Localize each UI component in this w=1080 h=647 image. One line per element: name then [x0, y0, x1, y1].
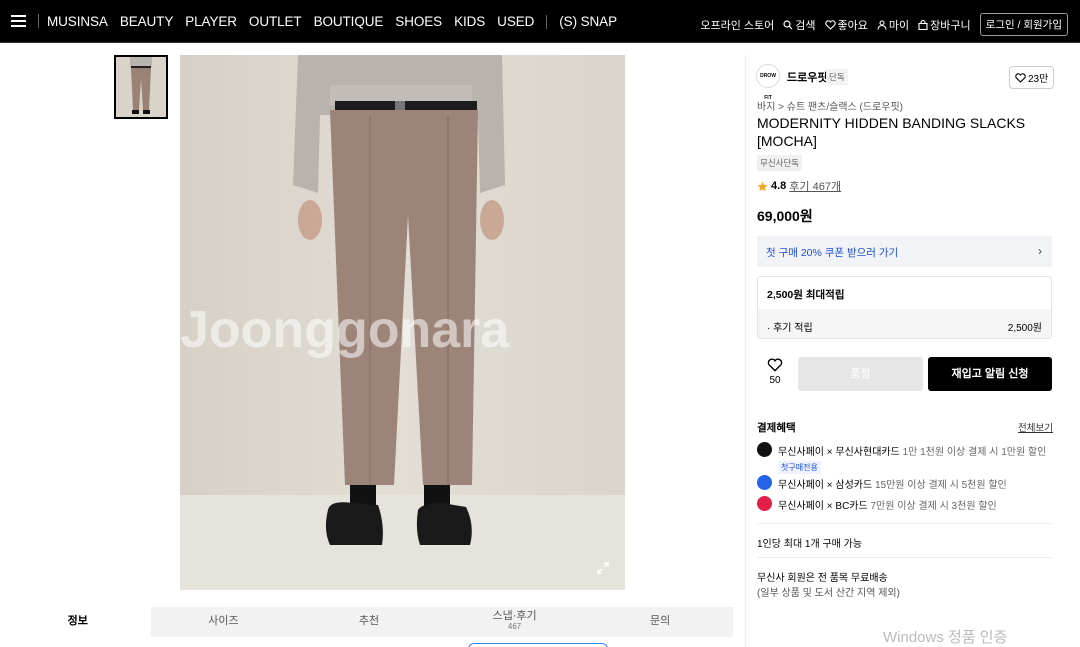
benefit-card: 무신사페이 × BC카드	[778, 501, 868, 512]
tab-size-label: 사이즈	[208, 615, 239, 627]
tab-recommend-label: 추천	[358, 615, 380, 627]
max-points: 2,500원 최대적립	[767, 289, 845, 301]
shipping-note: (일부 상품 및 도서 산간 지역 제외)	[757, 588, 900, 599]
nav-links: MUSINSA BEAUTY PLAYER OUTLET BOUTIQUE SH…	[47, 14, 617, 29]
benefit-item[interactable]: 무신사페이 × BC카드 7만원 이상 결제 시 3천원 할인	[757, 496, 997, 512]
nav-link-player[interactable]: PLAYER	[185, 14, 237, 29]
login-button[interactable]: 로그인 / 회원가입	[979, 13, 1068, 36]
review-points-label: · 후기 적립	[767, 323, 813, 334]
cart-button[interactable]: 장바구니	[918, 17, 971, 33]
tab-info-label: 정보	[67, 615, 88, 627]
nav-link-shoes[interactable]: SHOES	[395, 14, 442, 29]
points-box: 2,500원 최대적립 · 후기 적립 2,500원	[757, 276, 1052, 339]
thumbnail-image	[116, 57, 166, 117]
tab-info[interactable]: 정보	[5, 607, 151, 637]
nav-link-used[interactable]: USED	[497, 14, 534, 29]
card-logo-icon	[757, 475, 772, 490]
floating-button-edge[interactable]	[468, 643, 608, 647]
user-icon	[877, 19, 887, 30]
review-count-link[interactable]: 후기 467개	[789, 178, 841, 194]
search-label: 검색	[795, 19, 816, 32]
benefit-card: 무신사페이 × 삼성카드	[778, 480, 873, 491]
nav-link-musinsa[interactable]: MUSINSA	[47, 14, 108, 29]
cart-label: 장바구니	[930, 19, 971, 32]
breadcrumb[interactable]: 바지 > 슈트 팬츠/슬랙스 (드로우핏)	[757, 98, 903, 113]
star-icon	[757, 181, 768, 191]
bag-icon	[918, 19, 928, 30]
benefit-detail: 15만원 이상 결제 시 5천원 할인	[874, 480, 1007, 491]
tab-snap-review-count: 467	[507, 622, 522, 631]
first-purchase-tag: 첫구매전용	[778, 461, 821, 474]
shipping-info: 무신사 회원은 전 품목 무료배송	[757, 573, 888, 584]
exclusive-badge: 무신사단독	[757, 155, 803, 171]
tab-recommend[interactable]: 추천	[296, 607, 442, 637]
wish-count: 50	[769, 375, 781, 386]
divider	[757, 523, 1052, 524]
restock-alert-button[interactable]: 재입고 알림 신청	[928, 357, 1052, 391]
benefit-card: 무신사페이 × 무신사현대카드	[778, 447, 900, 458]
nav-link-boutique[interactable]: BOUTIQUE	[314, 14, 384, 29]
product-tabs: 정보 사이즈 추천 스냅·후기 467 문의	[5, 607, 733, 637]
coupon-text: 첫 구매 20% 쿠폰 받으러 가기	[766, 247, 899, 259]
offline-store-link[interactable]: 오프라인 스토어	[700, 17, 774, 33]
rating-score: 4.8	[771, 180, 787, 192]
nav-link-kids[interactable]: KIDS	[454, 14, 485, 29]
purchase-limit: 1인당 최대 1개 구매 가능	[757, 539, 863, 550]
divider	[757, 557, 1052, 558]
heart-icon	[1015, 72, 1026, 83]
benefit-detail: 7만원 이상 결제 시 3천원 할인	[870, 501, 997, 512]
nav-utilities: 오프라인 스토어 검색 좋아요 마이 장바구니 로그인 / 회원가입	[700, 13, 1068, 36]
likes-label: 좋아요	[837, 19, 868, 32]
card-logo-icon	[757, 442, 772, 457]
rating[interactable]: 4.8 후기 467개	[757, 178, 841, 194]
card-logo-icon	[757, 496, 772, 511]
heart-icon	[824, 19, 836, 30]
like-button[interactable]: 23만	[1009, 66, 1055, 89]
review-points-value: 2,500원	[1007, 323, 1042, 334]
tab-size[interactable]: 사이즈	[151, 607, 297, 637]
wish-button[interactable]: 50	[761, 358, 789, 386]
coupon-banner[interactable]: 첫 구매 20% 쿠폰 받으러 가기 ›	[757, 236, 1052, 267]
product-title: MODERNITY HIDDEN BANDING SLACKS [MOCHA]	[757, 115, 1026, 149]
benefit-item[interactable]: 무신사페이 × 무신사현대카드 1만 1천원 이상 결제 시 1만원 할인 첫구…	[757, 442, 1047, 474]
tab-snap-review[interactable]: 스냅·후기 467	[442, 607, 588, 637]
view-all-benefits-link[interactable]: 전체보기	[1018, 420, 1053, 434]
payment-benefits-title: 결제혜택	[757, 422, 796, 434]
nav-link-snap[interactable]: (S) SNAP	[559, 14, 617, 29]
search-icon	[783, 19, 793, 29]
likes-button[interactable]: 좋아요	[824, 17, 868, 33]
nav-divider	[38, 14, 39, 28]
soldout-button: 품절	[798, 357, 923, 391]
tab-inquiry[interactable]: 문의	[587, 607, 733, 637]
heart-icon	[767, 358, 783, 372]
hamburger-icon[interactable]	[11, 15, 26, 27]
nav-link-beauty[interactable]: BEAUTY	[120, 14, 174, 29]
nav-divider	[546, 15, 548, 29]
tab-inquiry-label: 문의	[650, 615, 671, 627]
brand-exclusive-badge: 단독	[826, 69, 848, 85]
benefit-item[interactable]: 무신사페이 × 삼성카드 15만원 이상 결제 시 5천원 할인	[757, 475, 1007, 491]
top-nav: MUSINSA BEAUTY PLAYER OUTLET BOUTIQUE SH…	[0, 0, 1080, 43]
nav-link-outlet[interactable]: OUTLET	[249, 14, 302, 29]
price: 69,000원	[757, 208, 813, 224]
my-button[interactable]: 마이	[877, 17, 909, 33]
search-button[interactable]: 검색	[783, 17, 816, 33]
brand-name[interactable]: 드로우핏	[787, 69, 827, 85]
review-points-row: · 후기 적립 2,500원	[758, 309, 1051, 338]
like-count: 23만	[1028, 74, 1049, 85]
brand-logo[interactable]: DROW FIT	[756, 64, 780, 101]
expand-icon[interactable]	[595, 560, 611, 576]
my-label: 마이	[888, 19, 910, 32]
chevron-right-icon: ›	[1038, 244, 1042, 258]
windows-activation-watermark: Windows 정품 인증	[883, 629, 1008, 646]
tab-snap-review-label: 스냅·후기	[492, 610, 537, 622]
product-thumbnail[interactable]	[114, 55, 168, 119]
benefit-detail: 1만 1천원 이상 결제 시 1만원 할인	[902, 447, 1047, 458]
watermark: Joonggonara	[180, 301, 510, 359]
